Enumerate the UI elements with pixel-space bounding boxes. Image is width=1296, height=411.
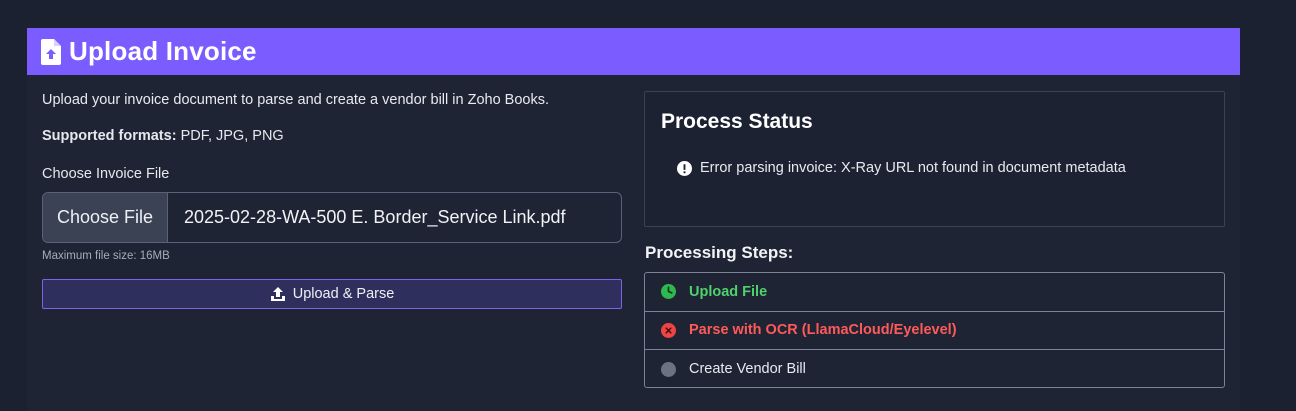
step-label: Upload File	[689, 283, 768, 300]
intro-text: Upload your invoice document to parse an…	[42, 92, 549, 108]
upload-invoice-card: Upload Invoice Upload your invoice docum…	[27, 28, 1240, 411]
file-upload-icon	[41, 38, 61, 65]
check-circle-icon	[661, 284, 676, 300]
exclamation-circle-icon	[677, 160, 692, 176]
circle-icon	[661, 361, 676, 377]
formats-value: PDF, JPG, PNG	[180, 128, 284, 144]
process-status-title: Process Status	[661, 110, 813, 133]
status-message-text: Error parsing invoice: X-Ray URL not fou…	[700, 160, 1126, 176]
card-header: Upload Invoice	[27, 28, 1240, 75]
step-create-vendor-bill: Create Vendor Bill	[645, 350, 1224, 387]
file-input-label: Choose Invoice File	[42, 166, 170, 182]
max-file-size-hint: Maximum file size: 16MB	[42, 250, 170, 262]
file-input[interactable]: Choose File 2025-02-28-WA-500 E. Border_…	[42, 192, 622, 243]
x-circle-icon	[661, 322, 676, 338]
processing-steps-title: Processing Steps:	[645, 243, 794, 262]
step-label: Parse with OCR (LlamaCloud/Eyelevel)	[689, 322, 957, 339]
processing-steps-list: Upload File Parse with OCR (LlamaCloud/E…	[644, 272, 1225, 388]
process-status-panel: Process Status Error parsing invoice: X-…	[644, 91, 1225, 227]
supported-formats: Supported formats: PDF, JPG, PNG	[42, 128, 622, 144]
page-title: Upload Invoice	[69, 36, 257, 66]
formats-label: Supported formats:	[42, 128, 177, 144]
upload-parse-button[interactable]: Upload & Parse	[42, 279, 622, 309]
upload-icon	[270, 286, 286, 302]
step-parse-ocr: Parse with OCR (LlamaCloud/Eyelevel)	[645, 312, 1224, 350]
status-message: Error parsing invoice: X-Ray URL not fou…	[677, 160, 1126, 176]
selected-file-name: 2025-02-28-WA-500 E. Border_Service Link…	[184, 207, 566, 227]
choose-file-button[interactable]: Choose File	[43, 193, 168, 242]
upload-parse-label: Upload & Parse	[292, 286, 395, 302]
step-label: Create Vendor Bill	[689, 361, 806, 378]
step-upload-file: Upload File	[645, 273, 1224, 312]
upload-form: Upload your invoice document to parse an…	[42, 92, 622, 309]
